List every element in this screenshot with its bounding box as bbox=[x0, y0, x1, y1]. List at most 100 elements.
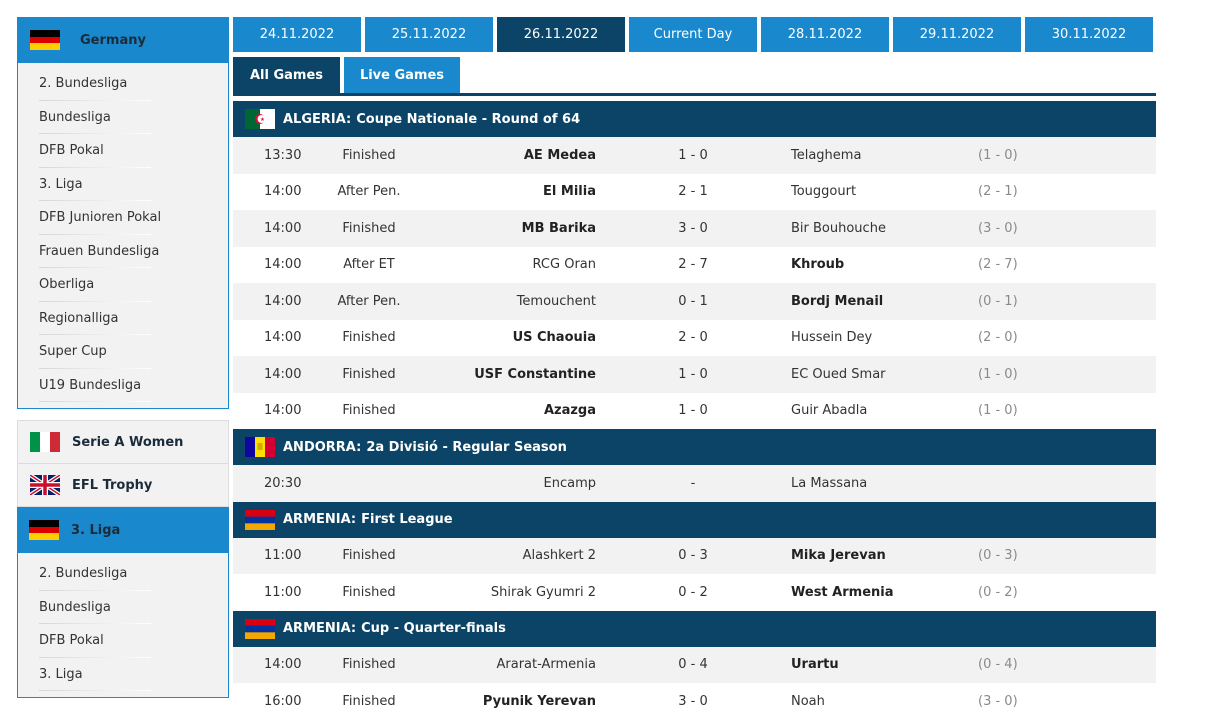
away-team[interactable]: Mika Jerevan bbox=[791, 538, 991, 575]
away-team[interactable]: West Armenia bbox=[791, 574, 991, 611]
match-score: 2 - 7 bbox=[678, 257, 708, 273]
away-team[interactable]: Touggourt bbox=[791, 174, 991, 211]
group-3-liga[interactable]: 3. Liga bbox=[17, 507, 229, 553]
sidebar-item-league[interactable]: U19 Bundesliga bbox=[18, 369, 228, 403]
competition-country: ANDORRA: bbox=[283, 439, 362, 455]
filter-tabs: All Games Live Games bbox=[233, 57, 464, 93]
sidebar-item-league[interactable]: 3. Liga bbox=[18, 658, 228, 692]
home-team[interactable]: Encamp bbox=[413, 465, 596, 502]
match-score: 0 - 1 bbox=[678, 293, 708, 309]
match-row[interactable]: 11:00 Finished Alashkert 2 0 - 3 Mika Jereva… bbox=[233, 537, 1156, 575]
sidebar-item-league[interactable]: DFB Pokal bbox=[18, 624, 228, 658]
match-score: 2 - 0 bbox=[678, 330, 708, 346]
match-score: 2 - 1 bbox=[678, 184, 708, 200]
match-row[interactable]: 14:00 Finished Azazga 1 - 0 Guir Abadla (1 - … bbox=[233, 392, 1156, 430]
away-team[interactable]: Hussein Dey bbox=[791, 320, 991, 357]
uk-flag-icon bbox=[30, 475, 60, 495]
date-tab[interactable]: 24.11.2022 bbox=[233, 17, 361, 52]
date-tab[interactable]: 30.11.2022 bbox=[1025, 17, 1153, 52]
halftime-score: (0 - 1) bbox=[978, 293, 1018, 309]
halftime-score: (0 - 3) bbox=[978, 548, 1018, 564]
competition-header[interactable]: ARMENIA: Cup - Quarter-finals bbox=[233, 610, 1156, 647]
home-team[interactable]: El Milia bbox=[413, 174, 596, 211]
home-team[interactable]: AE Medea bbox=[413, 137, 596, 174]
sidebar-item-league[interactable]: Regionalliga bbox=[18, 302, 228, 336]
away-team[interactable]: Telaghema bbox=[791, 137, 991, 174]
competition-header[interactable]: ALGERIA: Coupe Nationale - Round of 64 bbox=[233, 101, 1156, 137]
away-team[interactable]: Urartu bbox=[791, 647, 991, 684]
match-row[interactable]: 13:30 Finished AE Medea 1 - 0 Telaghema (1 - … bbox=[233, 137, 1156, 174]
tab-all-games[interactable]: All Games bbox=[233, 57, 340, 93]
home-team[interactable]: Alashkert 2 bbox=[413, 538, 596, 575]
home-team[interactable]: USF Constantine bbox=[413, 356, 596, 393]
away-team[interactable]: Khroub bbox=[791, 247, 991, 284]
tab-live-games[interactable]: Live Games bbox=[344, 57, 460, 93]
match-row[interactable]: 14:00 After Pen. Temouchent 0 - 1 Bordj Mena… bbox=[233, 283, 1156, 320]
home-team[interactable]: Pyunik Yerevan bbox=[413, 683, 596, 720]
match-status: Finished bbox=[342, 657, 396, 673]
match-row[interactable]: 14:00 After Pen. El Milia 2 - 1 Touggourt (2 … bbox=[233, 173, 1156, 211]
away-team[interactable]: EC Oued Smar bbox=[791, 356, 991, 393]
home-team[interactable]: Temouchent bbox=[413, 283, 596, 320]
match-status: Finished bbox=[342, 584, 396, 600]
match-time: 14:00 bbox=[264, 366, 302, 382]
competition-country: ARMENIA: bbox=[283, 512, 357, 527]
group-label: Serie A Women bbox=[72, 434, 184, 450]
group-label: 3. Liga bbox=[71, 522, 121, 538]
away-team[interactable]: Guir Abadla bbox=[791, 393, 991, 430]
away-team[interactable]: Bir Bouhouche bbox=[791, 210, 991, 247]
match-row[interactable]: 14:00 Finished USF Constantine 1 - 0 EC Oued… bbox=[233, 356, 1156, 393]
match-status: Finished bbox=[342, 147, 396, 163]
match-score: 3 - 0 bbox=[678, 220, 708, 236]
competition-header[interactable]: ANDORRA: 2a Divisió - Regular Season bbox=[233, 429, 1156, 465]
home-team[interactable]: MB Barika bbox=[413, 210, 596, 247]
date-tab-selected[interactable]: 26.11.2022 bbox=[497, 17, 625, 52]
sidebar-item-league[interactable]: Bundesliga bbox=[18, 101, 228, 135]
date-tab[interactable]: 29.11.2022 bbox=[893, 17, 1021, 52]
home-team[interactable]: Azazga bbox=[413, 393, 596, 430]
date-tab[interactable]: 25.11.2022 bbox=[365, 17, 493, 52]
away-team[interactable]: Noah bbox=[791, 683, 991, 720]
sidebar-item-league[interactable]: Frauen Bundesliga bbox=[18, 235, 228, 269]
match-row[interactable]: 20:30 Encamp - La Massana bbox=[233, 465, 1156, 502]
sidebar-item-league[interactable]: 3. Liga bbox=[18, 168, 228, 202]
date-tab-current-day[interactable]: Current Day bbox=[629, 17, 757, 52]
match-time: 14:00 bbox=[264, 220, 302, 236]
match-row[interactable]: 14:00 After ET RCG Oran 2 - 7 Khroub (2 - 7) bbox=[233, 246, 1156, 284]
sidebar-item-league[interactable]: Super Cup bbox=[18, 335, 228, 369]
date-tabs: 24.11.2022 25.11.2022 26.11.2022 Current… bbox=[233, 17, 1157, 52]
match-row[interactable]: 16:00 Finished Pyunik Yerevan 3 - 0 Noah (3 -… bbox=[233, 683, 1156, 720]
away-team[interactable]: Bordj Menail bbox=[791, 283, 991, 320]
date-tab[interactable]: 28.11.2022 bbox=[761, 17, 889, 52]
group-germany[interactable]: Germany bbox=[17, 17, 229, 63]
sidebar-item-league[interactable]: DFB Junioren Pokal bbox=[18, 201, 228, 235]
sidebar-item-league[interactable]: DFB Pokal bbox=[18, 134, 228, 168]
match-row[interactable]: 14:00 Finished Ararat-Armenia 0 - 4 Urartu (0… bbox=[233, 646, 1156, 684]
group-serie-a-women[interactable]: Serie A Women bbox=[17, 420, 229, 464]
match-status: Finished bbox=[342, 403, 396, 419]
match-score: 1 - 0 bbox=[678, 366, 708, 382]
germany-flag-icon bbox=[29, 520, 59, 540]
competition-header[interactable]: ARMENIA: First League bbox=[233, 501, 1156, 538]
match-time: 14:00 bbox=[264, 403, 302, 419]
home-team[interactable]: US Chaouia bbox=[413, 320, 596, 357]
sidebar-item-league[interactable]: Oberliga bbox=[18, 268, 228, 302]
match-status bbox=[328, 465, 410, 502]
match-row[interactable]: 14:00 Finished MB Barika 3 - 0 Bir Bouhouche… bbox=[233, 210, 1156, 247]
match-row[interactable]: 11:00 Finished Shirak Gyumri 2 0 - 2 West Ar… bbox=[233, 574, 1156, 611]
sidebar-item-league[interactable]: 2. Bundesliga bbox=[18, 67, 228, 101]
home-team[interactable]: RCG Oran bbox=[413, 247, 596, 284]
home-team[interactable]: Ararat-Armenia bbox=[413, 647, 596, 684]
sidebar-item-league[interactable]: Bundesliga bbox=[18, 591, 228, 625]
armenia-flag-icon bbox=[245, 618, 275, 639]
match-score: - bbox=[690, 475, 696, 491]
away-team[interactable]: La Massana bbox=[791, 465, 991, 502]
halftime-score: (3 - 0) bbox=[978, 220, 1018, 236]
germany-league-list: 2. Bundesliga Bundesliga DFB Pokal 3. Li… bbox=[17, 63, 229, 409]
sidebar-item-league[interactable]: 2. Bundesliga bbox=[18, 557, 228, 591]
group-efl-trophy[interactable]: EFL Trophy bbox=[17, 463, 229, 507]
competition-country: ALGERIA: bbox=[283, 111, 352, 127]
match-row[interactable]: 14:00 Finished US Chaouia 2 - 0 Hussein Dey(… bbox=[233, 319, 1156, 357]
home-team[interactable]: Shirak Gyumri 2 bbox=[413, 574, 596, 611]
halftime-score: (3 - 0) bbox=[978, 693, 1018, 709]
